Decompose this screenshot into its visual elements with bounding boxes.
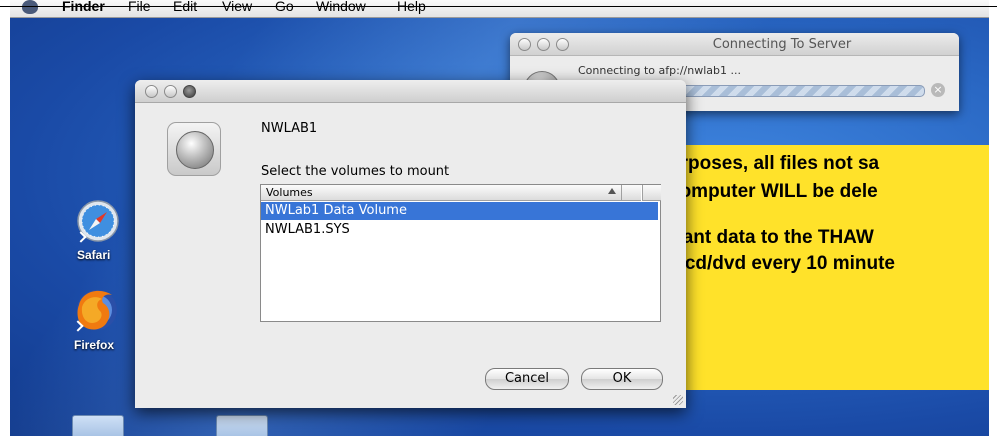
menu-help[interactable]: Help [397,0,426,14]
menu-bar: Finder File Edit View Go Window Help [10,0,989,18]
notice-line: e/cd/dvd every 10 minute [669,253,895,274]
volumes-column-label: Volumes [266,186,313,199]
header-filler [642,185,661,201]
stop-connection-icon[interactable]: × [931,83,945,97]
network-globe-icon [176,131,214,169]
volume-name: NWLab1 Data Volume [265,203,407,218]
mount-prompt: Select the volumes to mount [261,164,450,179]
notice-banner: urposes, all files not sa computer WILL … [663,145,989,390]
volume-name: NWLAB1.SYS [265,222,350,237]
zoom-button[interactable] [183,85,196,98]
volumes-table: Volumes NWLab1 Data Volume NWLAB1.SYS [260,184,661,322]
sort-ascending-icon [608,188,616,194]
firefox-label[interactable]: Firefox [74,338,114,352]
screen: Finder File Edit View Go Window Help urp… [0,0,997,436]
cancel-button[interactable]: Cancel [485,368,569,390]
connecting-progress-bar [660,85,925,97]
menu-finder[interactable]: Finder [62,0,105,14]
mount-volumes-dialog: NWLAB1 Select the volumes to mount Volum… [135,80,686,408]
server-name: NWLAB1 [261,121,318,136]
ok-button[interactable]: OK [581,368,663,390]
dialog-titlebar[interactable] [135,80,686,103]
notice-line: rtant data to the THAW [669,227,874,248]
menu-window[interactable]: Window [316,0,366,14]
safari-label[interactable]: Safari [77,248,110,262]
connecting-message: Connecting to afp://nwlab1 ... [578,64,741,77]
folder-icon[interactable] [216,415,268,436]
menu-file[interactable]: File [128,0,151,14]
menu-go[interactable]: Go [275,0,294,14]
menu-edit[interactable]: Edit [173,0,197,14]
connecting-titlebar[interactable]: Connecting To Server [510,33,959,56]
connecting-title: Connecting To Server [712,37,852,52]
folder-icon[interactable] [72,415,124,436]
close-button[interactable] [145,85,158,98]
volumes-column-header[interactable]: Volumes [261,185,641,201]
top-edge-line [0,6,997,7]
volume-row-selected[interactable]: NWLab1 Data Volume [261,202,658,220]
minimize-button[interactable] [164,85,177,98]
column-separator [621,185,622,200]
notice-line: urposes, all files not sa [669,153,880,174]
notice-line: computer WILL be dele [669,181,878,202]
apple-menu-icon[interactable] [22,0,38,14]
volume-row[interactable]: NWLAB1.SYS [261,221,658,239]
menu-view[interactable]: View [222,0,252,14]
resize-grip-icon[interactable] [673,395,683,405]
server-icon [167,122,221,176]
